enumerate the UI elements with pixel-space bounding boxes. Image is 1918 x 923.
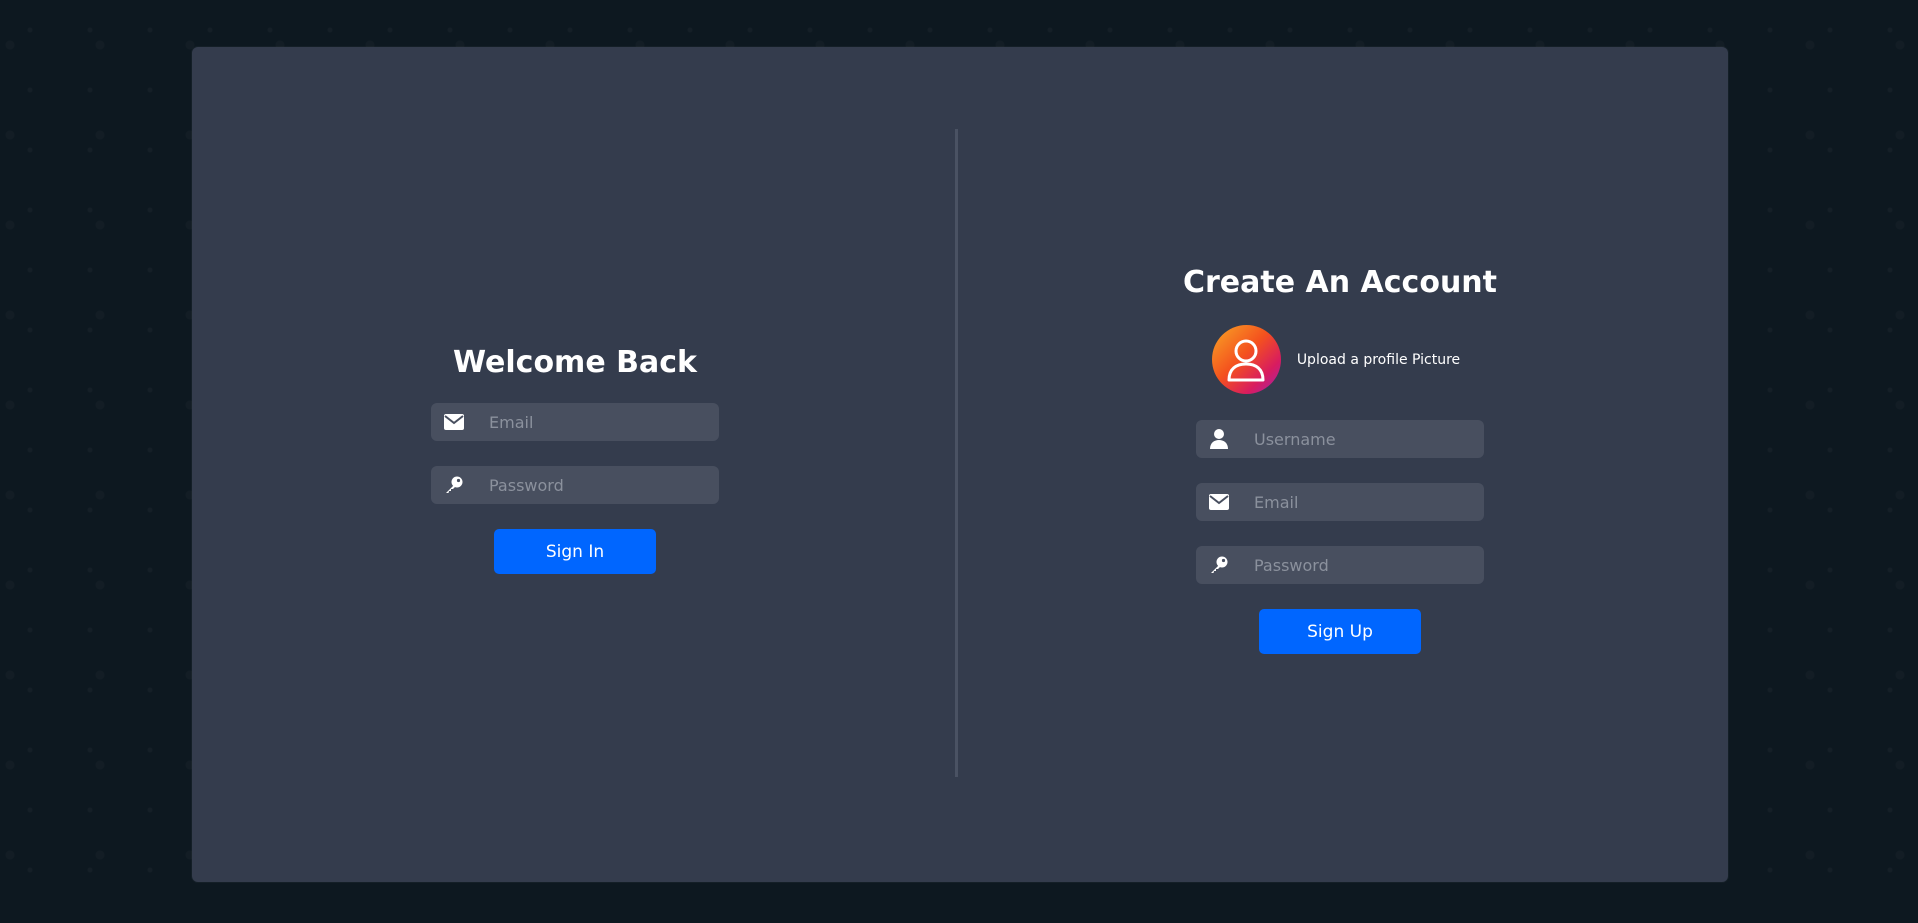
signin-button[interactable]: Sign In: [494, 529, 656, 574]
signup-title: Create An Account: [1183, 265, 1498, 300]
signup-password-field[interactable]: [1196, 546, 1484, 584]
signup-username-field[interactable]: [1196, 420, 1484, 458]
user-icon: [1208, 428, 1230, 450]
signin-email-input[interactable]: [487, 411, 711, 433]
auth-card: Welcome Back Sign In C: [192, 47, 1728, 882]
key-icon: [443, 474, 465, 496]
signin-email-field[interactable]: [431, 403, 719, 441]
envelope-icon: [443, 411, 465, 433]
profile-picture-upload[interactable]: Upload a profile Picture: [1211, 325, 1460, 394]
signin-title: Welcome Back: [453, 345, 697, 380]
key-icon: [1208, 554, 1230, 576]
signup-email-input[interactable]: [1252, 491, 1476, 513]
signup-username-input[interactable]: [1252, 428, 1476, 450]
avatar[interactable]: [1211, 325, 1281, 394]
signup-button[interactable]: Sign Up: [1259, 609, 1421, 654]
upload-label[interactable]: Upload a profile Picture: [1297, 352, 1460, 368]
signup-panel: Create An Account Upload a profile Pictu…: [1183, 265, 1497, 654]
signin-password-field[interactable]: [431, 466, 719, 504]
signup-email-field[interactable]: [1196, 483, 1484, 521]
signup-password-input[interactable]: [1252, 554, 1476, 576]
user-outline-icon: [1227, 339, 1265, 381]
signin-panel: Welcome Back Sign In: [430, 345, 720, 574]
signin-password-input[interactable]: [487, 474, 711, 496]
envelope-icon: [1208, 491, 1230, 513]
panel-divider: [955, 129, 958, 777]
